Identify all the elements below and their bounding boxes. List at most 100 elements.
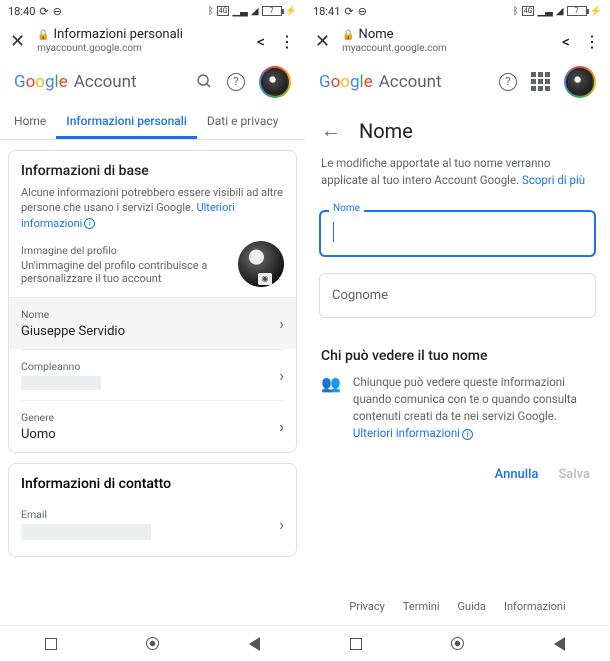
footer-links: Privacy Termini Guida Informazioni bbox=[305, 580, 610, 625]
help-icon[interactable]: ? bbox=[227, 73, 245, 91]
android-nav-bar bbox=[305, 625, 610, 661]
status-bar: 18:41 ⟳ ⊖ ᛒ 4G ▁▃ ◢ 7 ⚡ bbox=[305, 0, 610, 22]
url-block[interactable]: 🔒Informazioni personali myaccount.google… bbox=[37, 28, 183, 53]
camera-icon: ◉ bbox=[258, 273, 272, 285]
signal-icon: ▁▃ bbox=[232, 6, 247, 17]
signal-icon: ▁▃ bbox=[537, 6, 552, 17]
browser-bar: ✕ 🔒Informazioni personali myaccount.goog… bbox=[0, 22, 305, 60]
google-account-logo: Google Account bbox=[14, 72, 137, 92]
tab-personal-info[interactable]: Informazioni personali bbox=[56, 104, 197, 139]
learn-more-link[interactable]: Scopri di più bbox=[522, 173, 585, 187]
people-icon: 👥 bbox=[321, 374, 341, 443]
nav-recent-icon[interactable] bbox=[350, 638, 362, 650]
name-row[interactable]: Nome Giuseppe Servidio › bbox=[9, 297, 296, 349]
lock-icon: 🔒 bbox=[342, 30, 354, 41]
surname-field[interactable] bbox=[319, 273, 596, 318]
contact-heading: Informazioni di contatto bbox=[21, 476, 284, 492]
birthday-value-placeholder bbox=[21, 376, 101, 390]
google-account-logo: Google Account bbox=[319, 72, 442, 92]
first-name-label: Nome bbox=[329, 203, 364, 214]
gender-value: Uomo bbox=[21, 427, 279, 442]
profile-photo-row[interactable]: Immagine del profilo Un'immagine del pro… bbox=[21, 241, 284, 297]
tabs: Home Informazioni personali Dati e priva… bbox=[0, 104, 305, 140]
charge-icon: ⚡ bbox=[590, 6, 602, 17]
save-button[interactable]: Salva bbox=[558, 467, 590, 482]
basic-info-heading: Informazioni di base bbox=[21, 163, 284, 179]
close-icon[interactable]: ✕ bbox=[315, 31, 330, 52]
back-header: ← Nome bbox=[305, 104, 610, 149]
nav-home-icon[interactable] bbox=[451, 637, 464, 650]
nav-recent-icon[interactable] bbox=[45, 638, 57, 650]
basic-info-card: Informazioni di base Alcune informazioni… bbox=[8, 150, 297, 453]
first-name-input[interactable] bbox=[319, 210, 596, 257]
name-label: Nome bbox=[21, 308, 279, 321]
footer-terms[interactable]: Termini bbox=[403, 600, 440, 613]
profile-photo[interactable]: ◉ bbox=[238, 241, 284, 287]
bluetooth-icon: ᛒ bbox=[513, 6, 519, 17]
action-buttons: Annulla Salva bbox=[305, 447, 610, 490]
visibility-text: Chiunque può vedere queste informazioni … bbox=[353, 374, 594, 443]
android-nav-bar bbox=[0, 625, 305, 661]
info-icon: i bbox=[462, 429, 473, 440]
nav-back-icon[interactable] bbox=[554, 637, 565, 651]
back-arrow-icon[interactable]: ← bbox=[321, 118, 341, 143]
nav-back-icon[interactable] bbox=[249, 637, 260, 651]
gender-label: Genere bbox=[21, 411, 279, 424]
tab-home[interactable]: Home bbox=[4, 104, 56, 139]
cancel-button[interactable]: Annulla bbox=[495, 467, 539, 482]
surname-input[interactable] bbox=[319, 273, 596, 318]
sync-icon: ⟳ bbox=[344, 5, 353, 18]
page-title-small: Informazioni personali bbox=[54, 27, 183, 42]
close-icon[interactable]: ✕ bbox=[10, 31, 25, 52]
dnd-icon: ⊖ bbox=[53, 5, 62, 18]
email-row[interactable]: Email › bbox=[21, 508, 284, 550]
footer-privacy[interactable]: Privacy bbox=[349, 600, 385, 613]
page-title-small: Nome bbox=[359, 27, 394, 42]
gender-row[interactable]: Genere Uomo › bbox=[21, 400, 284, 452]
wifi-icon: ◢ bbox=[251, 6, 259, 17]
email-value-placeholder bbox=[21, 524, 151, 540]
url-text: myaccount.google.com bbox=[37, 43, 183, 54]
name-value: Giuseppe Servidio bbox=[21, 324, 279, 339]
search-icon[interactable] bbox=[196, 73, 213, 90]
battery-icon: 7 bbox=[567, 6, 587, 16]
phone-right: 18:41 ⟳ ⊖ ᛒ 4G ▁▃ ◢ 7 ⚡ ✕ 🔒 Nome myaccoun… bbox=[305, 0, 610, 661]
help-icon[interactable]: ? bbox=[499, 73, 517, 91]
birthday-row[interactable]: Compleanno › bbox=[21, 349, 284, 400]
avatar[interactable] bbox=[564, 66, 596, 98]
content-area: Informazioni di base Alcune informazioni… bbox=[0, 140, 305, 625]
url-text: myaccount.google.com bbox=[342, 43, 447, 54]
text-cursor bbox=[333, 222, 334, 242]
bluetooth-icon: ᛒ bbox=[208, 6, 214, 17]
birthday-label: Compleanno bbox=[21, 360, 279, 373]
first-name-field[interactable]: Nome bbox=[319, 210, 596, 257]
volte-icon: 4G bbox=[217, 6, 230, 16]
chevron-right-icon: › bbox=[279, 314, 284, 333]
profile-photo-desc: Un'immagine del profilo contribuisce a p… bbox=[21, 259, 230, 285]
chevron-right-icon: › bbox=[279, 366, 284, 385]
avatar[interactable] bbox=[259, 66, 291, 98]
chevron-right-icon: › bbox=[279, 417, 284, 436]
dnd-icon: ⊖ bbox=[358, 5, 367, 18]
charge-icon: ⚡ bbox=[285, 6, 297, 17]
url-block[interactable]: 🔒 Nome myaccount.google.com bbox=[342, 28, 447, 53]
app-header: Google Account ? bbox=[305, 60, 610, 104]
status-time: 18:41 bbox=[313, 5, 340, 18]
share-icon[interactable]: < bbox=[257, 32, 265, 51]
footer-help[interactable]: Guida bbox=[458, 600, 486, 613]
nav-home-icon[interactable] bbox=[146, 637, 159, 650]
footer-info[interactable]: Informazioni bbox=[504, 600, 566, 613]
more-icon[interactable]: ⋮ bbox=[279, 32, 295, 51]
contact-info-card: Informazioni di contatto Email › bbox=[8, 463, 297, 557]
basic-info-desc: Alcune informazioni potrebbero essere vi… bbox=[21, 185, 284, 231]
app-header: Google Account ? bbox=[0, 60, 305, 104]
share-icon[interactable]: < bbox=[562, 32, 570, 51]
visibility-heading: Chi può vedere il tuo nome bbox=[305, 326, 610, 370]
apps-icon[interactable] bbox=[531, 72, 550, 91]
browser-bar: ✕ 🔒 Nome myaccount.google.com < ⋮ bbox=[305, 22, 610, 60]
volte-icon: 4G bbox=[522, 6, 535, 16]
more-icon[interactable]: ⋮ bbox=[584, 32, 600, 51]
tab-data-privacy[interactable]: Dati e privacy bbox=[197, 104, 289, 139]
chevron-right-icon: › bbox=[279, 515, 284, 534]
visibility-more-link[interactable]: Ulteriori informazioni bbox=[353, 426, 460, 440]
